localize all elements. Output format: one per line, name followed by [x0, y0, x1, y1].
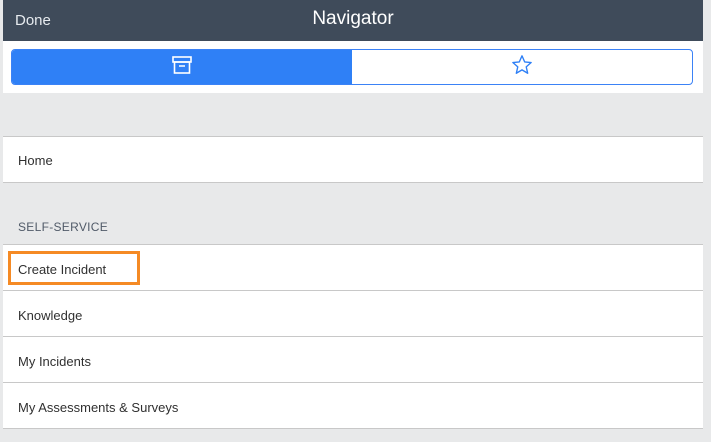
archive-box-icon: [171, 55, 193, 80]
navigator-header: Done Navigator: [3, 0, 703, 41]
section-title: SELF-SERVICE: [18, 220, 109, 234]
footer-spacer: [3, 429, 703, 442]
list-item-my-assessments[interactable]: My Assessments & Surveys: [3, 383, 703, 429]
toolbar: [3, 41, 703, 93]
list-item-create-incident[interactable]: Create Incident: [3, 245, 703, 291]
list-item-knowledge[interactable]: Knowledge: [3, 291, 703, 337]
segmented-control: [11, 49, 693, 85]
list-item-label: My Incidents: [18, 354, 91, 369]
spacer: [3, 93, 703, 137]
tab-favorites[interactable]: [352, 50, 692, 84]
list-item-my-incidents[interactable]: My Incidents: [3, 337, 703, 383]
section-header-bar: SELF-SERVICE: [3, 183, 703, 245]
navigator-app: Done Navigator Home SELF-SERVICE Create …: [3, 0, 703, 442]
list-item-label: Create Incident: [18, 262, 107, 277]
tab-all-applications[interactable]: [12, 50, 352, 84]
star-icon: [510, 54, 534, 81]
list-item-home[interactable]: Home: [3, 137, 703, 183]
page-title: Navigator: [312, 8, 394, 29]
list-item-label: My Assessments & Surveys: [18, 400, 179, 415]
list-item-label: Knowledge: [18, 308, 83, 323]
list-item-label: Home: [18, 153, 53, 168]
